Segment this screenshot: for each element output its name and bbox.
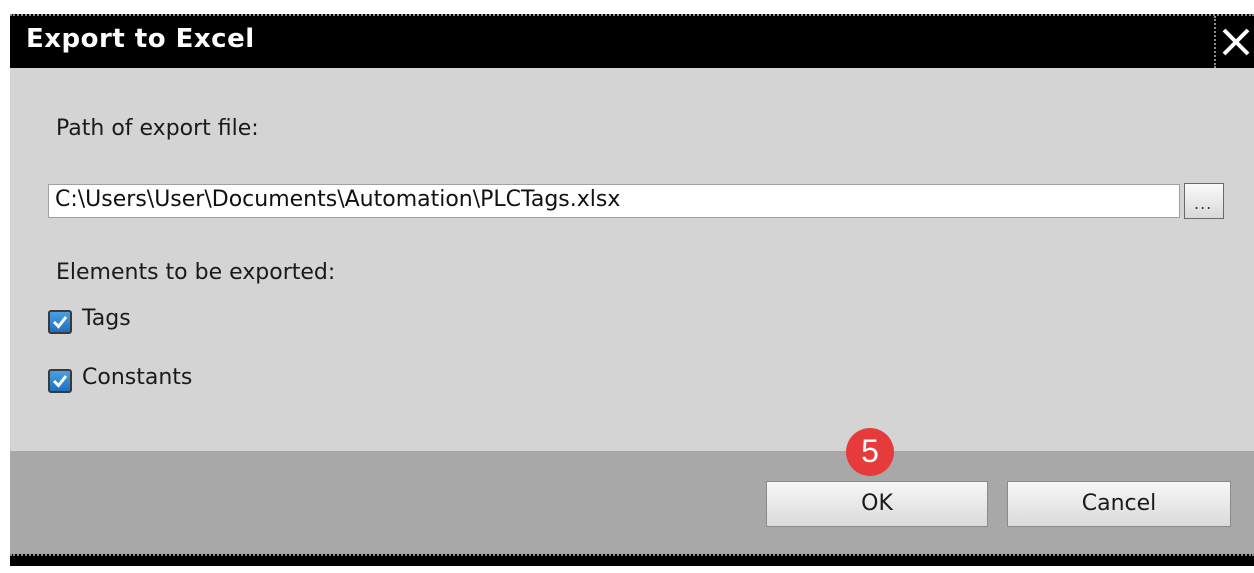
title-bar[interactable]: Export to Excel (10, 14, 1254, 68)
close-icon (1222, 28, 1250, 56)
dialog-content: Path of export file: C:\Users\User\Docum… (10, 68, 1254, 451)
elements-label: Elements to be exported: (56, 260, 336, 285)
path-label: Path of export file: (56, 116, 259, 141)
dialog-title: Export to Excel (26, 24, 255, 54)
tags-checkbox[interactable] (48, 310, 72, 334)
checkmark-icon (52, 375, 68, 388)
close-button[interactable] (1214, 16, 1254, 68)
tags-label: Tags (82, 306, 131, 331)
constants-label: Constants (82, 365, 193, 390)
step-number-badge: 5 (846, 428, 894, 476)
constants-checkbox[interactable] (48, 369, 72, 393)
cancel-button[interactable]: Cancel (1007, 481, 1231, 527)
browse-button-label: ... (1194, 194, 1213, 213)
dialog-footer: OK Cancel (10, 451, 1254, 554)
checkmark-icon (52, 316, 68, 329)
ok-button[interactable]: OK (766, 481, 988, 527)
dialog-bottom-border (10, 554, 1254, 566)
export-path-input[interactable]: C:\Users\User\Documents\Automation\PLCTa… (48, 184, 1180, 218)
export-to-excel-dialog: Export to Excel Path of export file: C:\… (10, 14, 1254, 566)
browse-button[interactable]: ... (1184, 183, 1224, 219)
